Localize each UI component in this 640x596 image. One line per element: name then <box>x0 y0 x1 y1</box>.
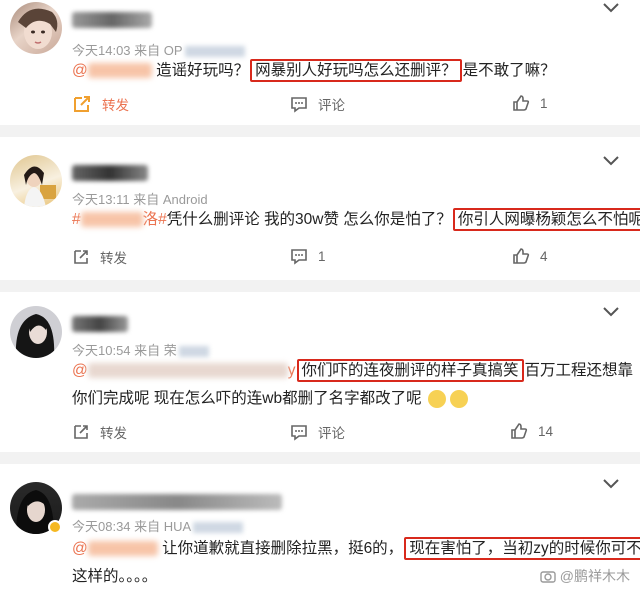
comment-text-line2: 你们完成呢 现在怎么吓的连wb都删了名字都改了呢 <box>72 386 620 408</box>
like-button[interactable]: 1 <box>512 94 548 112</box>
comment-card: 今天14:03 来自 OP @ 造谣好玩吗？ 网暴别人好玩吗怎么还删评？ 是不敢了嘛… <box>0 0 640 125</box>
mention-blurred[interactable] <box>87 63 152 79</box>
mention-prefix[interactable]: @ <box>72 540 88 557</box>
comment-text-part: 百万工程还想靠 <box>524 362 634 379</box>
mention-end[interactable]: y <box>288 362 296 379</box>
post-time: 今天14:03 <box>72 43 131 58</box>
comment-text: # 洛#凭什么删评论 我的30w赞 怎么你是怕了？ 你引人网曝杨颖怎么不怕呢? <box>72 207 640 231</box>
hashtag-start[interactable]: # <box>72 211 81 228</box>
avatar[interactable] <box>10 306 62 358</box>
comment-label: 评论 <box>318 98 345 113</box>
avatar[interactable] <box>10 155 62 207</box>
comment-text-part: 是不敢了嘛？ <box>462 62 556 79</box>
share-icon <box>74 96 90 112</box>
thumbs-up-icon <box>513 248 530 264</box>
comment-card: 今天10:54 来自 荣 @ y 你们吓的连夜删评的样子真搞笑 百万工程还想靠 你们完… <box>0 292 640 452</box>
chevron-down-icon[interactable] <box>602 155 620 167</box>
highlight-box: 现在害怕了，当初zy的时候你可不是 <box>404 537 640 560</box>
share-button[interactable]: 转发 <box>72 94 129 114</box>
source-blurred <box>178 346 209 358</box>
watermark-text: @鹏祥木木 <box>559 568 630 584</box>
chevron-down-icon[interactable] <box>602 2 620 14</box>
highlight-box: 你们吓的连夜删评的样子真搞笑 <box>296 359 524 382</box>
comment-icon <box>291 425 307 441</box>
comment-text-part: 凭什么删评论 我的30w赞 怎么你是怕了？ <box>166 211 452 228</box>
comment-icon <box>291 97 307 113</box>
comment-text-part: 造谣好玩吗？ <box>156 62 250 79</box>
comment-card: 今天13:11 来自 Android # 洛#凭什么删评论 我的30w赞 怎么你是… <box>0 137 640 280</box>
share-icon <box>74 250 88 264</box>
username-blurred[interactable] <box>72 316 128 332</box>
emoji-grin-icon <box>450 389 469 408</box>
username-blurred[interactable] <box>72 165 148 181</box>
hashtag-end[interactable]: 洛# <box>143 211 167 228</box>
username-blurred[interactable] <box>72 12 152 28</box>
watermark: @鹏祥木木 <box>540 566 630 586</box>
mention-prefix[interactable]: @ <box>72 62 88 79</box>
comment-text: @ 让你道歉就直接删除拉黑，挺6的， 现在害怕了，当初zy的时候你可不是 <box>72 536 640 560</box>
post-time: 今天13:11 <box>72 192 130 207</box>
post-source: 来自 Android <box>133 192 208 207</box>
comment-text-part: 让你道歉就直接删除拉黑，挺6的， <box>162 540 404 557</box>
share-icon <box>74 425 88 439</box>
post-meta: 今天14:03 来自 OP <box>72 40 245 59</box>
highlight-box: 网暴别人好玩吗怎么还删评？ <box>250 59 462 82</box>
share-label: 转发 <box>102 98 129 113</box>
comment-text-part: 这样的。。。。 <box>72 568 158 585</box>
verified-badge-icon <box>48 520 62 534</box>
comment-label: 评论 <box>318 426 345 441</box>
thumbs-up-icon <box>513 95 530 111</box>
mention-blurred[interactable] <box>87 363 288 379</box>
post-time: 今天08:34 <box>72 519 131 534</box>
mention-blurred[interactable] <box>87 541 158 557</box>
share-button[interactable]: 转发 <box>72 247 127 267</box>
mention-prefix[interactable]: @ <box>72 362 88 379</box>
post-time: 今天10:54 <box>72 343 131 358</box>
like-count: 1 <box>540 95 548 111</box>
chevron-down-icon[interactable] <box>602 306 620 318</box>
comment-text: @ 造谣好玩吗？ 网暴别人好玩吗怎么还删评？ 是不敢了嘛？ <box>72 58 620 82</box>
thumbs-up-icon <box>511 423 528 439</box>
hashtag-blurred[interactable] <box>80 212 143 228</box>
comment-text-line2: 这样的。。。。 <box>72 564 620 586</box>
post-meta: 今天13:11 来自 Android <box>72 189 208 208</box>
avatar[interactable] <box>10 2 62 54</box>
comment-text-part: 你们完成呢 现在怎么吓的连wb都删了名字都改了呢 <box>72 390 422 407</box>
like-count: 4 <box>540 248 548 264</box>
emoji-grin-icon <box>427 389 446 408</box>
share-button[interactable]: 转发 <box>72 422 127 442</box>
like-count: 14 <box>538 423 554 439</box>
username-blurred[interactable] <box>72 494 282 510</box>
share-label: 转发 <box>100 426 127 441</box>
like-button[interactable]: 14 <box>510 422 553 440</box>
post-source: 来自 HUA <box>134 519 192 534</box>
share-label: 转发 <box>100 251 127 266</box>
source-blurred <box>193 522 244 534</box>
comment-icon <box>291 249 307 265</box>
comment-button[interactable]: 评论 <box>290 422 345 442</box>
post-meta: 今天10:54 来自 荣 <box>72 340 209 359</box>
like-button[interactable]: 4 <box>512 247 548 265</box>
post-meta: 今天08:34 来自 HUA <box>72 516 244 535</box>
comment-text: @ y 你们吓的连夜删评的样子真搞笑 百万工程还想靠 <box>72 358 633 382</box>
comment-count: 1 <box>318 248 326 264</box>
post-source: 来自 荣 <box>134 343 177 358</box>
post-source: 来自 OP <box>134 43 183 58</box>
source-blurred <box>184 46 245 58</box>
comment-button[interactable]: 1 <box>290 247 326 265</box>
camera-icon <box>540 571 556 583</box>
highlight-box: 你引人网曝杨颖怎么不怕呢? <box>452 208 640 231</box>
chevron-down-icon[interactable] <box>602 478 620 490</box>
comment-button[interactable]: 评论 <box>290 94 345 114</box>
